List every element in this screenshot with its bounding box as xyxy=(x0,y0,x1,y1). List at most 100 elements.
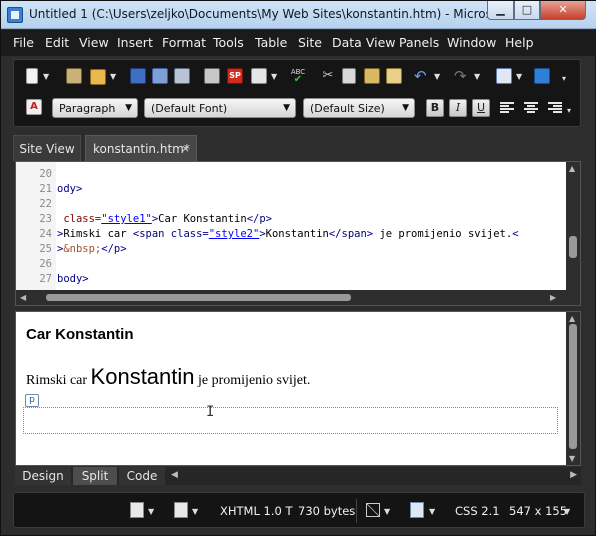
save-icon[interactable] xyxy=(130,68,146,84)
file-size: 730 bytes xyxy=(298,504,356,518)
scroll-down-icon[interactable]: ▼ xyxy=(569,454,575,463)
align-left-icon[interactable] xyxy=(500,102,514,114)
underline-button[interactable]: U xyxy=(472,99,490,117)
chevron-down-icon: ▼ xyxy=(402,103,409,113)
css-version[interactable]: CSS 2.1 xyxy=(455,504,500,518)
tab-split[interactable]: Split xyxy=(73,467,117,485)
chevron-down-icon[interactable]: ▼ xyxy=(271,72,277,81)
menu-view[interactable]: View xyxy=(79,35,109,50)
menu-table[interactable]: Table xyxy=(255,35,287,50)
menu-site[interactable]: Site xyxy=(298,35,322,50)
open-icon[interactable] xyxy=(66,68,82,84)
tab-document[interactable]: konstantin.htm* × xyxy=(85,135,197,161)
scroll-up-icon[interactable]: ▲ xyxy=(569,164,575,173)
bold-button[interactable]: B xyxy=(426,99,444,117)
visual-aids-icon[interactable] xyxy=(366,503,380,517)
chevron-down-icon[interactable]: ▼ xyxy=(434,72,440,81)
tab-site-view[interactable]: Site View xyxy=(13,135,81,161)
p-tag-marker[interactable]: p xyxy=(25,394,39,407)
close-button[interactable]: ✕ xyxy=(540,1,586,20)
layers-icon[interactable] xyxy=(534,68,550,84)
styles-icon[interactable]: A xyxy=(26,99,42,115)
copy-icon[interactable] xyxy=(342,68,356,84)
toolbar-overflow-icon[interactable]: ▾ xyxy=(562,74,566,83)
scroll-right-icon[interactable]: ▶ xyxy=(570,470,577,480)
code-line: 27 body> xyxy=(16,273,88,286)
page-dimensions[interactable]: 547 x 155 xyxy=(509,504,567,518)
chevron-down-icon[interactable]: ▼ xyxy=(148,507,154,516)
close-icon[interactable]: × xyxy=(181,142,190,155)
chevron-down-icon[interactable]: ▼ xyxy=(110,72,116,81)
chevron-down-icon[interactable]: ▼ xyxy=(384,507,390,516)
chevron-down-icon[interactable]: ▼ xyxy=(43,72,49,81)
tab-code[interactable]: Code xyxy=(119,467,165,485)
tab-site-view-label: Site View xyxy=(19,142,75,156)
menu-edit[interactable]: Edit xyxy=(45,35,69,50)
italic-button[interactable]: I xyxy=(449,99,467,117)
app-window: Untitled 1 (C:\Users\zeljko\Documents\My… xyxy=(0,0,596,536)
menu-help[interactable]: Help xyxy=(505,35,534,50)
page-check-icon[interactable] xyxy=(130,502,144,518)
empty-paragraph-box[interactable] xyxy=(23,407,558,434)
scroll-thumb[interactable] xyxy=(569,324,577,449)
menu-file[interactable]: File xyxy=(13,35,34,50)
separator xyxy=(356,499,357,523)
new-page-icon[interactable] xyxy=(26,68,38,84)
menu-panels[interactable]: Panels xyxy=(399,35,439,50)
title-bar: Untitled 1 (C:\Users\zeljko\Documents\My… xyxy=(1,1,596,29)
redo-icon[interactable]: ↷ xyxy=(454,68,470,84)
chevron-down-icon[interactable]: ▼ xyxy=(192,507,198,516)
code-text: < xyxy=(512,228,519,240)
code-line: 25 >&nbsp;</p> xyxy=(16,243,126,256)
design-vertical-scrollbar[interactable]: ▲ ▼ xyxy=(566,312,580,465)
cut-icon[interactable]: ✂ xyxy=(320,68,336,84)
preview-icon[interactable]: SP xyxy=(227,68,243,84)
line-number: 20 xyxy=(39,168,52,180)
scroll-left-icon[interactable]: ◀ xyxy=(20,293,26,302)
scroll-up-icon[interactable]: ▲ xyxy=(569,314,575,323)
spelling-icon[interactable]: ABC ✔ xyxy=(290,68,306,85)
line-number: 25 xyxy=(39,243,52,255)
menu-data-view[interactable]: Data View xyxy=(332,35,395,50)
page-validate-icon[interactable] xyxy=(174,502,188,518)
menu-insert[interactable]: Insert xyxy=(117,35,153,50)
menu-format[interactable]: Format xyxy=(162,35,206,50)
toolbar-overflow-icon[interactable]: ▾ xyxy=(567,106,571,115)
scroll-thumb[interactable] xyxy=(46,294,351,301)
align-right-icon[interactable] xyxy=(548,102,562,114)
menu-tools[interactable]: Tools xyxy=(213,35,244,50)
font-combo[interactable]: (Default Font) ▼ xyxy=(144,98,296,118)
chevron-down-icon[interactable]: ▼ xyxy=(564,507,570,516)
preview-browser-icon[interactable] xyxy=(251,68,267,84)
find-icon[interactable] xyxy=(174,68,190,84)
scroll-left-icon[interactable]: ◀ xyxy=(171,470,178,480)
format-painter-icon[interactable] xyxy=(386,68,402,84)
code-view[interactable]: 20 21 ody> 22 23 class="style1">Car Konst… xyxy=(15,161,581,306)
publish-icon[interactable] xyxy=(152,68,168,84)
menu-window[interactable]: Window xyxy=(447,35,496,50)
view-mode-tabs: Design Split Code ◀ ▶ xyxy=(15,467,581,485)
align-center-icon[interactable] xyxy=(524,102,538,114)
undo-icon[interactable]: ↶ xyxy=(414,68,430,84)
print-icon[interactable] xyxy=(204,68,220,84)
paste-icon[interactable] xyxy=(364,68,380,84)
size-combo[interactable]: (Default Size) ▼ xyxy=(303,98,415,118)
maximize-button[interactable]: □ xyxy=(514,1,540,20)
line-number: 26 xyxy=(39,258,52,270)
scroll-thumb[interactable] xyxy=(569,236,577,258)
tab-design[interactable]: Design xyxy=(15,467,71,485)
folder-icon[interactable] xyxy=(90,69,106,85)
schema-icon[interactable] xyxy=(410,502,424,518)
minimize-button[interactable]: ▁ xyxy=(487,1,514,20)
style-combo[interactable]: Paragraph ▼ xyxy=(52,98,138,118)
table-icon[interactable] xyxy=(496,68,512,84)
design-view[interactable]: Car Konstantin Rimski car Konstantin je … xyxy=(15,311,581,466)
code-horizontal-scrollbar[interactable]: ◀ ▶ xyxy=(16,290,580,305)
chevron-down-icon[interactable]: ▼ xyxy=(429,507,435,516)
doctype-indicator[interactable]: XHTML 1.0 T xyxy=(220,504,293,518)
chevron-down-icon[interactable]: ▼ xyxy=(474,72,480,81)
code-line: 21 ody> xyxy=(16,183,82,196)
chevron-down-icon[interactable]: ▼ xyxy=(516,72,522,81)
scroll-right-icon[interactable]: ▶ xyxy=(550,293,556,302)
code-vertical-scrollbar[interactable]: ▲ xyxy=(566,162,580,290)
